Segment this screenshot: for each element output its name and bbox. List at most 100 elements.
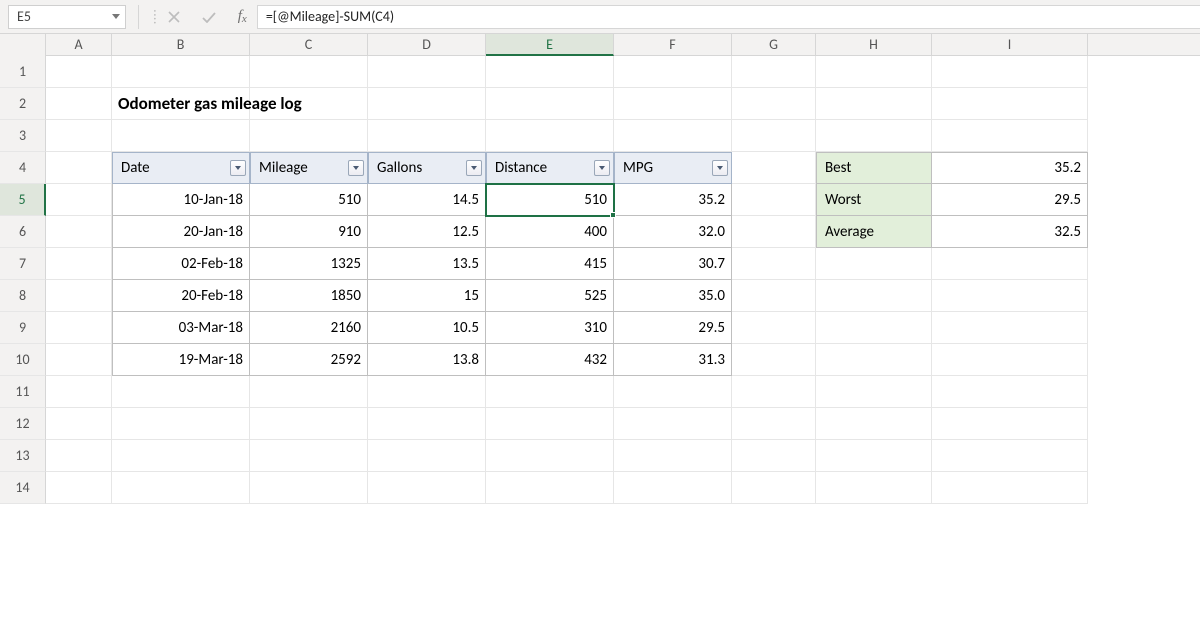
cell[interactable] bbox=[614, 376, 732, 408]
cell[interactable] bbox=[816, 440, 932, 472]
cell[interactable] bbox=[250, 88, 368, 120]
cell[interactable] bbox=[816, 408, 932, 440]
row-header[interactable]: 4 bbox=[0, 152, 46, 184]
row-header[interactable]: 6 bbox=[0, 216, 46, 248]
page-title[interactable]: Odometer gas mileage log bbox=[112, 88, 250, 120]
summary-label[interactable]: Average bbox=[816, 216, 932, 248]
table-cell-mileage[interactable]: 1325 bbox=[250, 248, 368, 280]
cell[interactable] bbox=[46, 120, 112, 152]
row-header[interactable]: 14 bbox=[0, 472, 46, 504]
cell[interactable] bbox=[250, 472, 368, 504]
cell[interactable] bbox=[250, 408, 368, 440]
cell[interactable] bbox=[816, 312, 932, 344]
row-header[interactable]: 10 bbox=[0, 344, 46, 376]
table-header-mileage[interactable]: Mileage bbox=[250, 152, 368, 184]
cell[interactable] bbox=[816, 88, 932, 120]
table-cell-date[interactable]: 02-Feb-18 bbox=[112, 248, 250, 280]
table-cell-gallons[interactable]: 13.8 bbox=[368, 344, 486, 376]
cell[interactable] bbox=[368, 440, 486, 472]
table-cell-mpg[interactable]: 31.3 bbox=[614, 344, 732, 376]
col-header-B[interactable]: B bbox=[112, 34, 250, 55]
summary-label[interactable]: Best bbox=[816, 152, 932, 184]
table-cell-mileage[interactable]: 2592 bbox=[250, 344, 368, 376]
filter-button[interactable] bbox=[594, 160, 610, 176]
cell[interactable] bbox=[46, 440, 112, 472]
cell[interactable] bbox=[732, 376, 816, 408]
cell[interactable] bbox=[46, 184, 112, 216]
table-cell-date[interactable]: 10-Jan-18 bbox=[112, 184, 250, 216]
cell[interactable] bbox=[816, 344, 932, 376]
cell[interactable] bbox=[486, 472, 614, 504]
cell[interactable] bbox=[932, 472, 1088, 504]
cell[interactable] bbox=[816, 472, 932, 504]
enter-icon[interactable] bbox=[202, 11, 216, 23]
filter-button[interactable] bbox=[466, 160, 482, 176]
cell[interactable] bbox=[614, 440, 732, 472]
cell[interactable] bbox=[732, 56, 816, 88]
table-cell-mileage[interactable]: 510 bbox=[250, 184, 368, 216]
table-header-mpg[interactable]: MPG bbox=[614, 152, 732, 184]
cell[interactable] bbox=[732, 216, 816, 248]
row-header[interactable]: 11 bbox=[0, 376, 46, 408]
table-cell-mpg[interactable]: 35.2 bbox=[614, 184, 732, 216]
cell[interactable] bbox=[486, 56, 614, 88]
cell[interactable] bbox=[368, 376, 486, 408]
name-box[interactable]: E5 bbox=[8, 5, 126, 29]
cell[interactable] bbox=[250, 376, 368, 408]
table-cell-distance[interactable]: 432 bbox=[486, 344, 614, 376]
filter-button[interactable] bbox=[230, 160, 246, 176]
table-cell-mileage[interactable]: 2160 bbox=[250, 312, 368, 344]
col-header-A[interactable]: A bbox=[46, 34, 112, 55]
cell[interactable] bbox=[368, 120, 486, 152]
summary-value[interactable]: 32.5 bbox=[932, 216, 1088, 248]
cell[interactable] bbox=[732, 408, 816, 440]
table-cell-gallons[interactable]: 14.5 bbox=[368, 184, 486, 216]
table-cell-mpg[interactable]: 35.0 bbox=[614, 280, 732, 312]
table-cell-distance[interactable]: 310 bbox=[486, 312, 614, 344]
table-cell-mileage[interactable]: 910 bbox=[250, 216, 368, 248]
cell[interactable] bbox=[816, 280, 932, 312]
filter-button[interactable] bbox=[712, 160, 728, 176]
cell[interactable] bbox=[250, 440, 368, 472]
table-header-date[interactable]: Date bbox=[112, 152, 250, 184]
cells-area[interactable]: Odometer gas mileage log bbox=[46, 56, 1088, 504]
cell[interactable] bbox=[112, 56, 250, 88]
cell[interactable] bbox=[732, 440, 816, 472]
cell[interactable] bbox=[614, 408, 732, 440]
summary-label[interactable]: Worst bbox=[816, 184, 932, 216]
cell[interactable] bbox=[732, 280, 816, 312]
table-cell-gallons[interactable]: 15 bbox=[368, 280, 486, 312]
cell[interactable] bbox=[112, 408, 250, 440]
cell[interactable] bbox=[614, 88, 732, 120]
cell[interactable] bbox=[932, 88, 1088, 120]
col-header-H[interactable]: H bbox=[816, 34, 932, 55]
cell[interactable] bbox=[112, 440, 250, 472]
cell[interactable] bbox=[932, 120, 1088, 152]
cell[interactable] bbox=[368, 408, 486, 440]
table-header-distance[interactable]: Distance bbox=[486, 152, 614, 184]
table-cell-date[interactable]: 19-Mar-18 bbox=[112, 344, 250, 376]
table-cell-mpg[interactable]: 29.5 bbox=[614, 312, 732, 344]
cell[interactable] bbox=[932, 56, 1088, 88]
row-header[interactable]: 1 bbox=[0, 56, 46, 88]
table-header-gallons[interactable]: Gallons bbox=[368, 152, 486, 184]
cell[interactable] bbox=[932, 344, 1088, 376]
summary-value[interactable]: 29.5 bbox=[932, 184, 1088, 216]
cell[interactable] bbox=[368, 472, 486, 504]
cell[interactable] bbox=[932, 408, 1088, 440]
cell[interactable] bbox=[486, 88, 614, 120]
fill-handle[interactable] bbox=[610, 212, 616, 218]
cell[interactable] bbox=[816, 248, 932, 280]
row-header[interactable]: 5 bbox=[0, 184, 46, 216]
table-cell-mpg[interactable]: 32.0 bbox=[614, 216, 732, 248]
col-header-I[interactable]: I bbox=[932, 34, 1088, 55]
cell[interactable] bbox=[46, 216, 112, 248]
cell[interactable] bbox=[732, 248, 816, 280]
cell[interactable] bbox=[112, 376, 250, 408]
cell[interactable] bbox=[46, 56, 112, 88]
cell[interactable] bbox=[614, 472, 732, 504]
cell[interactable] bbox=[816, 120, 932, 152]
cell[interactable] bbox=[732, 312, 816, 344]
row-header[interactable]: 2 bbox=[0, 88, 46, 120]
cell[interactable] bbox=[932, 248, 1088, 280]
